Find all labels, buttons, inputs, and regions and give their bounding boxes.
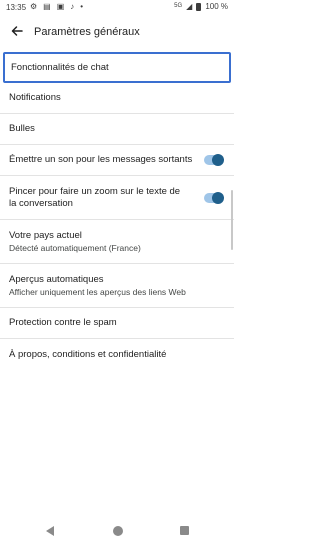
setting-subtitle: Détecté automatiquement (France) xyxy=(9,242,141,253)
setting-bubbles[interactable]: Bulles xyxy=(0,114,234,145)
setting-label: Aperçus automatiques xyxy=(9,273,104,285)
nav-home-icon[interactable] xyxy=(113,526,123,536)
pinch-zoom-toggle[interactable] xyxy=(204,191,224,204)
settings-list: Fonctionnalités de chat Notifications Bu… xyxy=(0,52,234,370)
status-time: 13:35 xyxy=(6,3,27,12)
setting-notifications[interactable]: Notifications xyxy=(0,83,234,114)
setting-label: Notifications xyxy=(9,92,61,103)
setting-current-country[interactable]: Votre pays actuel Détecté automatiquemen… xyxy=(0,220,234,264)
toggle-knob xyxy=(212,191,224,204)
nav-recents-icon[interactable] xyxy=(180,526,189,535)
setting-auto-previews[interactable]: Aperçus automatiques Afficher uniquement… xyxy=(0,264,234,308)
battery-icon xyxy=(196,2,202,11)
back-arrow-icon[interactable] xyxy=(9,23,25,39)
network-type: 5G xyxy=(174,2,183,9)
dot-icon: • xyxy=(80,2,84,11)
toggle-knob xyxy=(212,154,224,166)
setting-spam-protection[interactable]: Protection contre le spam xyxy=(0,308,234,339)
status-system-icons: 5G ◢ 100 % xyxy=(174,2,228,11)
setting-about[interactable]: À propos, conditions et confidentialité xyxy=(0,339,234,370)
setting-label: Fonctionnalités de chat xyxy=(11,61,109,73)
sim-icon: ▤ xyxy=(43,2,51,11)
scrollbar[interactable] xyxy=(231,190,233,250)
gear-icon: ⚙ xyxy=(30,2,38,11)
nav-back-icon[interactable] xyxy=(46,526,54,536)
battery-percent: 100 % xyxy=(205,2,228,11)
setting-pinch-zoom[interactable]: Pincer pour faire un zoom sur le texte d… xyxy=(0,176,234,220)
navigation-bar xyxy=(0,516,234,546)
music-note-icon: ♪ xyxy=(70,2,75,11)
setting-label: Votre pays actuel xyxy=(9,229,82,241)
outgoing-sound-toggle[interactable] xyxy=(204,154,224,166)
signal-icon: ◢ xyxy=(186,2,193,11)
setting-label: Émettre un son pour les messages sortant… xyxy=(9,154,193,165)
setting-label: À propos, conditions et confidentialité xyxy=(9,348,167,360)
status-bar: 13:35 ⚙ ▤ ▣ ♪ • 5G ◢ 100 % xyxy=(0,0,234,16)
setting-outgoing-sound[interactable]: Émettre un son pour les messages sortant… xyxy=(0,145,234,176)
status-notification-icons: ⚙ ▤ ▣ ♪ • xyxy=(30,2,83,11)
setting-label: Pincer pour faire un zoom sur le texte d… xyxy=(9,185,181,209)
setting-label: Bulles xyxy=(9,123,35,134)
setting-label: Protection contre le spam xyxy=(9,317,117,328)
setting-chat-features[interactable]: Fonctionnalités de chat xyxy=(3,52,231,83)
page-title: Paramètres généraux xyxy=(34,26,140,38)
setting-subtitle: Afficher uniquement les aperçus des lien… xyxy=(9,286,186,297)
app-bar: Paramètres généraux xyxy=(0,16,234,50)
image-icon: ▣ xyxy=(56,2,65,11)
